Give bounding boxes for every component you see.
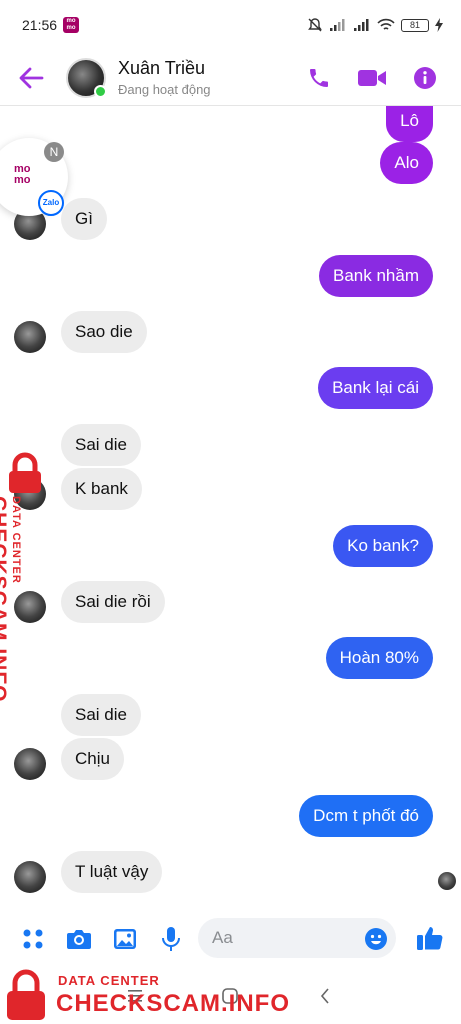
back-arrow-icon (19, 67, 44, 88)
momo-logo: mo mo (14, 163, 31, 186)
contact-name: Xuân Triều (118, 58, 206, 78)
phone-icon[interactable] (307, 66, 331, 90)
watermark-bottom: DATA CENTER CHECKSCAM.INFO (0, 964, 300, 1024)
watermark-vertical-text: DATA CENTER CHECKSCAM.INFO (0, 496, 22, 703)
message-bubble-in[interactable]: K bank (61, 468, 142, 510)
signal-2-icon (354, 19, 369, 31)
message-input[interactable] (212, 928, 352, 948)
message-bubble-out[interactable]: Alo (380, 142, 433, 184)
gallery-icon[interactable] (112, 926, 138, 952)
camera-icon[interactable] (66, 926, 92, 952)
message-bubble-out[interactable]: Bank lại cái (318, 367, 433, 409)
sender-avatar[interactable] (14, 861, 46, 893)
message-bubble-in[interactable]: Sai die (61, 694, 141, 736)
watermark-small-text: DATA CENTER (58, 973, 160, 988)
video-call-icon[interactable] (357, 67, 387, 89)
mute-bell-icon (308, 18, 322, 32)
message-bubble-out[interactable]: Ko bank? (333, 525, 433, 567)
contact-status: Đang hoạt động (118, 82, 211, 97)
sender-avatar[interactable] (14, 321, 46, 353)
message-bubble-in[interactable]: Chịu (61, 738, 124, 780)
message-bubble-in[interactable]: T luật vậy (61, 851, 163, 893)
watermark-small-text: DATA CENTER (10, 496, 22, 584)
chat-header: Xuân Triều Đang hoạt động (0, 50, 461, 106)
message-input-box[interactable] (198, 918, 396, 958)
status-bar: 21:56 mo mo 81 (0, 0, 461, 50)
microphone-icon[interactable] (158, 926, 184, 952)
status-time: 21:56 (22, 17, 58, 33)
sender-avatar[interactable] (14, 748, 46, 780)
message-bubble-out[interactable]: Lô (386, 100, 433, 142)
info-icon[interactable] (413, 66, 437, 90)
back-button[interactable] (18, 58, 58, 98)
message-bubble-out[interactable]: Bank nhầm (319, 255, 433, 297)
charging-icon (435, 18, 443, 32)
contact-avatar[interactable] (66, 57, 107, 98)
battery-icon: 81 (401, 18, 429, 32)
message-bubble-out[interactable]: Dcm t phốt đó (299, 795, 433, 837)
composer-bar (0, 910, 461, 968)
signal-icon (330, 19, 345, 31)
thumbs-up-icon[interactable] (416, 924, 444, 952)
notification-badge: N (44, 142, 64, 162)
header-actions (307, 66, 437, 90)
message-bubble-in[interactable]: Gì (61, 198, 107, 240)
message-bubble-in[interactable]: Sai die rồi (61, 581, 165, 623)
emoji-icon[interactable] (364, 927, 388, 951)
back-nav-icon[interactable] (320, 988, 330, 1004)
momo-notification-icon: mo mo (63, 17, 80, 33)
message-bubble-in[interactable]: Sao die (61, 311, 147, 353)
wifi-icon (377, 18, 395, 30)
status-icons: 81 (307, 17, 443, 33)
zalo-badge[interactable]: Zalo (38, 190, 64, 216)
message-bubble-in[interactable]: Sai die (61, 424, 141, 466)
seen-indicator-avatar (438, 872, 456, 890)
padlock-icon (9, 452, 41, 493)
watermark-side: DATA CENTER CHECKSCAM.INFO (0, 452, 50, 703)
apps-menu-icon[interactable] (20, 926, 46, 952)
padlock-icon (7, 969, 45, 1020)
watermark-big-text: CHECKSCAM.INFO (0, 496, 10, 703)
online-indicator (94, 84, 107, 98)
watermark-big-text: CHECKSCAM.INFO (56, 990, 290, 1017)
message-bubble-out[interactable]: Hoàn 80% (325, 637, 433, 679)
contact-info[interactable]: Xuân Triều Đang hoạt động (118, 58, 211, 97)
